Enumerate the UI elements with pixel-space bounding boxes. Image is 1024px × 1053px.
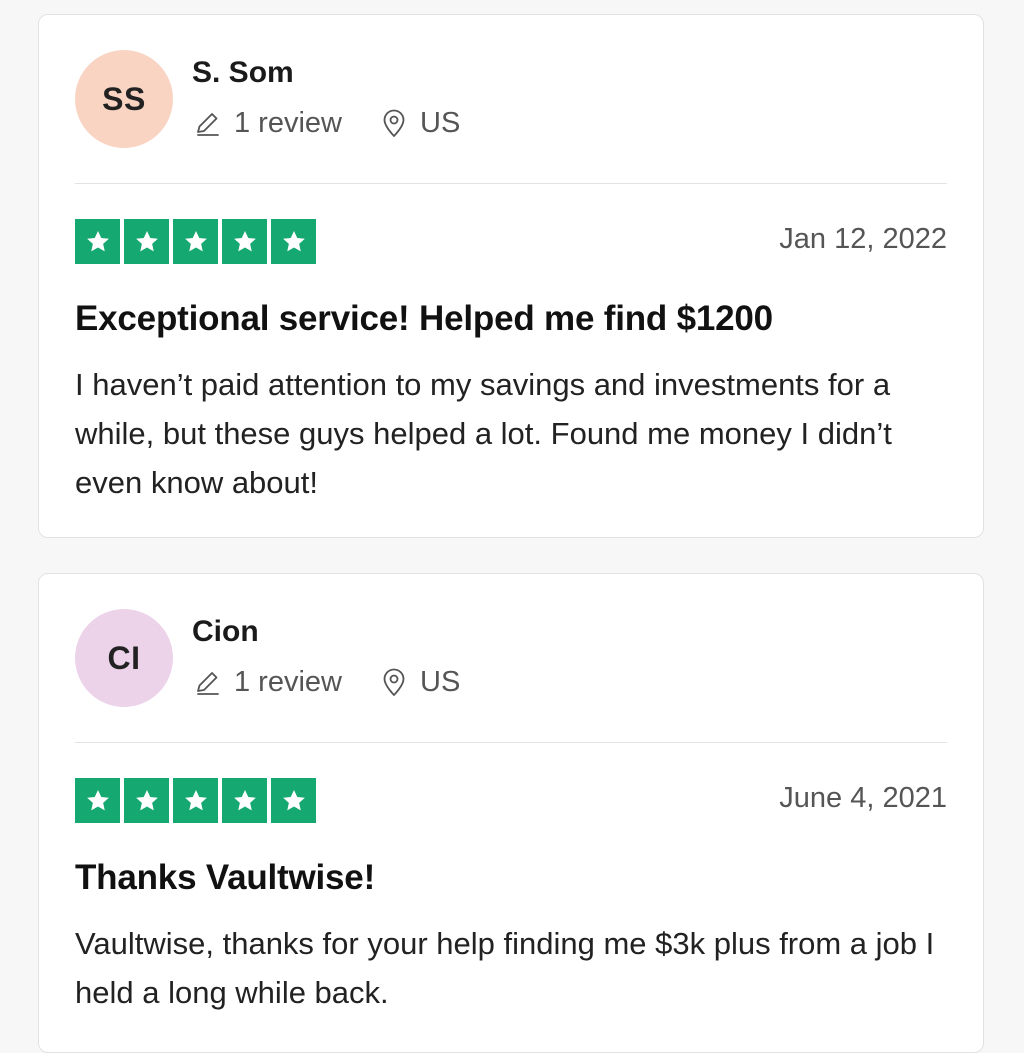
star-icon: [173, 219, 218, 264]
map-pin-icon: [380, 109, 408, 139]
reviewer-name[interactable]: S. Som: [192, 56, 294, 90]
review-date: Jan 12, 2022: [779, 223, 947, 255]
star-icon: [124, 778, 169, 823]
review-count: 1 review: [234, 666, 342, 698]
star-rating: [75, 778, 316, 823]
reviewer-location: US: [420, 107, 461, 139]
divider: [75, 183, 947, 184]
reviewer-header: SS S. Som 1 review US: [39, 15, 983, 183]
star-icon: [222, 219, 267, 264]
review-card: SS S. Som 1 review US Jan 12, 2022 Excep…: [38, 14, 984, 538]
review-count: 1 review: [234, 107, 342, 139]
divider: [75, 742, 947, 743]
pencil-icon: [192, 668, 222, 698]
reviewer-name[interactable]: Cion: [192, 615, 259, 649]
star-icon: [124, 219, 169, 264]
review-title[interactable]: Exceptional service! Helped me find $120…: [75, 299, 773, 339]
star-icon: [271, 778, 316, 823]
star-icon: [271, 219, 316, 264]
reviewer-header: CI Cion 1 review US: [39, 574, 983, 742]
star-icon: [75, 219, 120, 264]
review-date: June 4, 2021: [779, 782, 947, 814]
avatar[interactable]: SS: [75, 50, 173, 148]
reviewer-meta: 1 review US: [192, 666, 460, 699]
star-icon: [75, 778, 120, 823]
pencil-icon: [192, 109, 222, 139]
review-body: Vaultwise, thanks for your help finding …: [75, 926, 935, 1010]
review-title[interactable]: Thanks Vaultwise!: [75, 858, 375, 898]
review-body: I haven’t paid attention to my savings a…: [75, 367, 892, 500]
reviewer-location: US: [420, 666, 461, 698]
star-icon: [173, 778, 218, 823]
map-pin-icon: [380, 668, 408, 698]
reviewer-meta: 1 review US: [192, 107, 460, 140]
review-card: CI Cion 1 review US June 4, 2021 Thanks …: [38, 573, 984, 1053]
avatar[interactable]: CI: [75, 609, 173, 707]
star-rating: [75, 219, 316, 264]
star-icon: [222, 778, 267, 823]
